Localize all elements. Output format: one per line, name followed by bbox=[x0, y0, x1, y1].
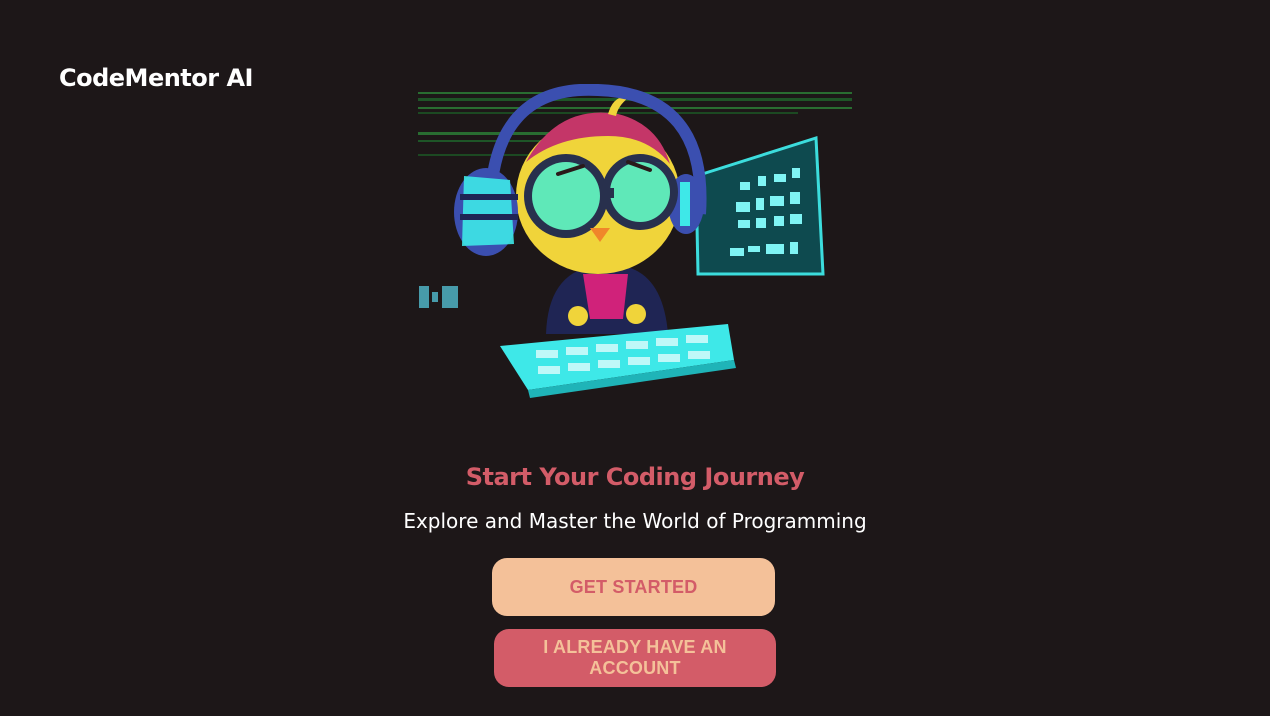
have-account-button[interactable]: I ALREADY HAVE AN ACCOUNT bbox=[494, 629, 776, 687]
hero-illustration bbox=[418, 83, 854, 400]
hologram-screen bbox=[694, 135, 825, 276]
neon-keyboard bbox=[500, 324, 736, 398]
app-logo: CodeMentor AI bbox=[59, 64, 253, 92]
get-started-button[interactable]: GET STARTED bbox=[492, 558, 775, 616]
page-subtitle: Explore and Master the World of Programm… bbox=[403, 509, 867, 533]
mascot-body bbox=[454, 83, 707, 334]
glitch-glyph bbox=[419, 286, 458, 308]
page-headline: Start Your Coding Journey bbox=[465, 463, 805, 491]
